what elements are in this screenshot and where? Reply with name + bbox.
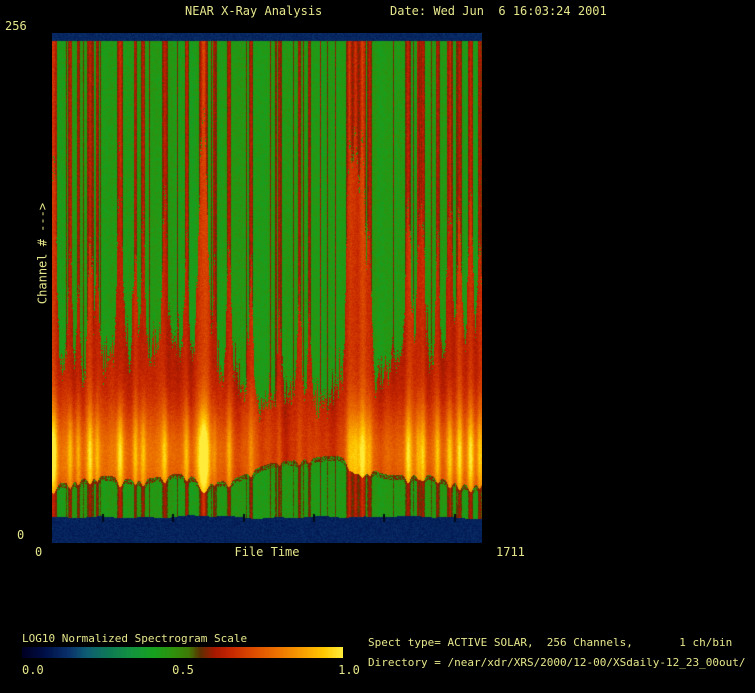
colorbar-tick-min: 0.0: [22, 663, 44, 677]
spect-type-line: Spect type= ACTIVE SOLAR, 256 Channels, …: [368, 636, 733, 649]
directory-line: Directory = /near/xdr/XRS/2000/12-00/XSd…: [368, 656, 746, 669]
page-title: NEAR X-Ray Analysis: [185, 4, 323, 18]
x-axis-min-tick: 0: [35, 545, 43, 559]
colorbar-tick-max: 1.0: [338, 663, 360, 677]
date-label: Date: Wed Jun 6 16:03:24 2001: [390, 4, 607, 18]
xray-analysis-window: { "header": { "title": "NEAR X-Ray Analy…: [0, 0, 755, 693]
x-axis-max-tick: 1711: [496, 545, 525, 559]
colorbar-gradient: [22, 647, 343, 658]
colorbar-title: LOG10 Normalized Spectrogram Scale: [22, 632, 248, 645]
y-axis-min-tick: 0: [17, 528, 25, 542]
spectrogram-image: [52, 33, 482, 543]
colorbar-tick-mid: 0.5: [172, 663, 194, 677]
y-axis-max-tick: 256: [5, 19, 27, 33]
y-axis-label: Channel # --->: [35, 202, 50, 305]
x-axis-label: File Time: [234, 545, 300, 559]
